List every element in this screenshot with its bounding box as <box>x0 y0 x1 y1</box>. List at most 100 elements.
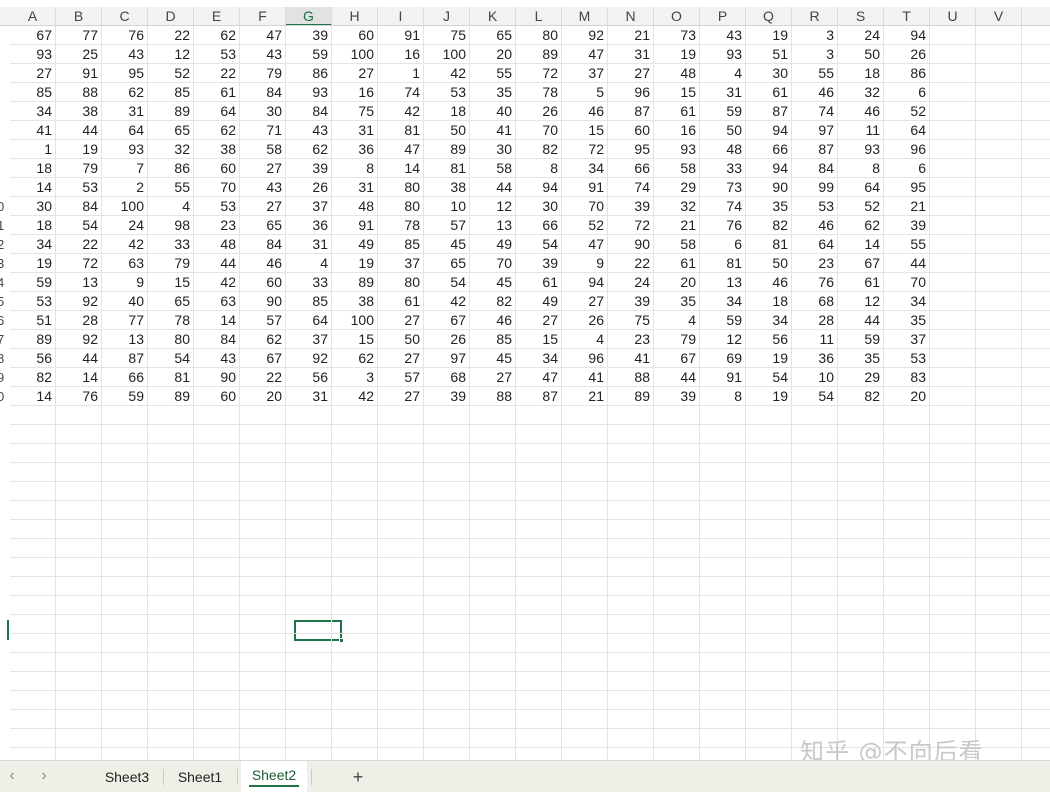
cell-j19[interactable]: 68 <box>424 368 470 387</box>
cell-b19[interactable]: 14 <box>56 368 102 387</box>
cell-f4[interactable]: 84 <box>240 83 286 102</box>
cell-d20[interactable]: 89 <box>148 387 194 406</box>
cell-q11[interactable]: 82 <box>746 216 792 235</box>
cell-l13[interactable]: 39 <box>516 254 562 273</box>
cell-q2[interactable]: 51 <box>746 45 792 64</box>
cell-d11[interactable]: 98 <box>148 216 194 235</box>
cell-s14[interactable]: 61 <box>838 273 884 292</box>
cell-n9[interactable]: 74 <box>608 178 654 197</box>
cell-g4[interactable]: 93 <box>286 83 332 102</box>
column-header-r[interactable]: R <box>792 7 838 25</box>
column-header-o[interactable]: O <box>654 7 700 25</box>
cell-q1[interactable]: 19 <box>746 26 792 45</box>
cell-p8[interactable]: 33 <box>700 159 746 178</box>
cell-k18[interactable]: 45 <box>470 349 516 368</box>
column-header-t[interactable]: T <box>884 7 930 25</box>
cell-d14[interactable]: 15 <box>148 273 194 292</box>
cell-c11[interactable]: 24 <box>102 216 148 235</box>
cell-o20[interactable]: 39 <box>654 387 700 406</box>
cell-a2[interactable]: 93 <box>10 45 56 64</box>
cell-j1[interactable]: 75 <box>424 26 470 45</box>
cell-p1[interactable]: 43 <box>700 26 746 45</box>
cell-p4[interactable]: 31 <box>700 83 746 102</box>
cell-k19[interactable]: 27 <box>470 368 516 387</box>
cell-l6[interactable]: 70 <box>516 121 562 140</box>
cell-e2[interactable]: 53 <box>194 45 240 64</box>
row-header-number[interactable]: 8 <box>0 349 7 368</box>
cell-l3[interactable]: 72 <box>516 64 562 83</box>
cell-d4[interactable]: 85 <box>148 83 194 102</box>
cell-l12[interactable]: 54 <box>516 235 562 254</box>
cell-k13[interactable]: 70 <box>470 254 516 273</box>
cell-i12[interactable]: 85 <box>378 235 424 254</box>
cell-h10[interactable]: 48 <box>332 197 378 216</box>
cell-c2[interactable]: 43 <box>102 45 148 64</box>
cell-m15[interactable]: 27 <box>562 292 608 311</box>
cell-j5[interactable]: 18 <box>424 102 470 121</box>
cell-i19[interactable]: 57 <box>378 368 424 387</box>
cell-d7[interactable]: 32 <box>148 140 194 159</box>
cell-e20[interactable]: 60 <box>194 387 240 406</box>
cell-f5[interactable]: 30 <box>240 102 286 121</box>
cell-s6[interactable]: 11 <box>838 121 884 140</box>
cell-q4[interactable]: 61 <box>746 83 792 102</box>
cell-q14[interactable]: 46 <box>746 273 792 292</box>
cell-p6[interactable]: 50 <box>700 121 746 140</box>
cell-p2[interactable]: 93 <box>700 45 746 64</box>
cell-j7[interactable]: 89 <box>424 140 470 159</box>
cell-s2[interactable]: 50 <box>838 45 884 64</box>
cell-k20[interactable]: 88 <box>470 387 516 406</box>
cell-p5[interactable]: 59 <box>700 102 746 121</box>
column-header-l[interactable]: L <box>516 7 562 25</box>
tab-sheet2[interactable]: Sheet2 <box>241 761 307 792</box>
cell-k7[interactable]: 30 <box>470 140 516 159</box>
cell-d12[interactable]: 33 <box>148 235 194 254</box>
cell-e5[interactable]: 64 <box>194 102 240 121</box>
cell-b9[interactable]: 53 <box>56 178 102 197</box>
cell-s20[interactable]: 82 <box>838 387 884 406</box>
cell-o15[interactable]: 35 <box>654 292 700 311</box>
cell-f11[interactable]: 65 <box>240 216 286 235</box>
cell-e1[interactable]: 62 <box>194 26 240 45</box>
cell-s12[interactable]: 14 <box>838 235 884 254</box>
cell-b17[interactable]: 92 <box>56 330 102 349</box>
cell-s17[interactable]: 59 <box>838 330 884 349</box>
cell-q15[interactable]: 18 <box>746 292 792 311</box>
cell-e19[interactable]: 90 <box>194 368 240 387</box>
cell-e6[interactable]: 62 <box>194 121 240 140</box>
cell-g14[interactable]: 33 <box>286 273 332 292</box>
column-header-b[interactable]: B <box>56 7 102 25</box>
cell-t17[interactable]: 37 <box>884 330 930 349</box>
cell-s4[interactable]: 32 <box>838 83 884 102</box>
column-header-f[interactable]: F <box>240 7 286 25</box>
cell-c14[interactable]: 9 <box>102 273 148 292</box>
cell-i5[interactable]: 42 <box>378 102 424 121</box>
cell-e8[interactable]: 60 <box>194 159 240 178</box>
cell-f8[interactable]: 27 <box>240 159 286 178</box>
row-header-number[interactable]: 6 <box>0 311 7 330</box>
cell-m4[interactable]: 5 <box>562 83 608 102</box>
cell-m11[interactable]: 52 <box>562 216 608 235</box>
cell-h13[interactable]: 19 <box>332 254 378 273</box>
cell-i20[interactable]: 27 <box>378 387 424 406</box>
cell-d5[interactable]: 89 <box>148 102 194 121</box>
cell-r17[interactable]: 11 <box>792 330 838 349</box>
cell-a15[interactable]: 53 <box>10 292 56 311</box>
cell-c9[interactable]: 2 <box>102 178 148 197</box>
cell-k2[interactable]: 20 <box>470 45 516 64</box>
column-header-p[interactable]: P <box>700 7 746 25</box>
cell-q13[interactable]: 50 <box>746 254 792 273</box>
cell-m5[interactable]: 46 <box>562 102 608 121</box>
cell-b2[interactable]: 25 <box>56 45 102 64</box>
cell-s15[interactable]: 12 <box>838 292 884 311</box>
cell-l19[interactable]: 47 <box>516 368 562 387</box>
cell-c15[interactable]: 40 <box>102 292 148 311</box>
cell-m6[interactable]: 15 <box>562 121 608 140</box>
cell-f9[interactable]: 43 <box>240 178 286 197</box>
cell-k9[interactable]: 44 <box>470 178 516 197</box>
column-header-g[interactable]: G <box>286 7 332 25</box>
cell-b18[interactable]: 44 <box>56 349 102 368</box>
cell-l11[interactable]: 66 <box>516 216 562 235</box>
cell-j15[interactable]: 42 <box>424 292 470 311</box>
row-header-number[interactable]: 1 <box>0 216 7 235</box>
